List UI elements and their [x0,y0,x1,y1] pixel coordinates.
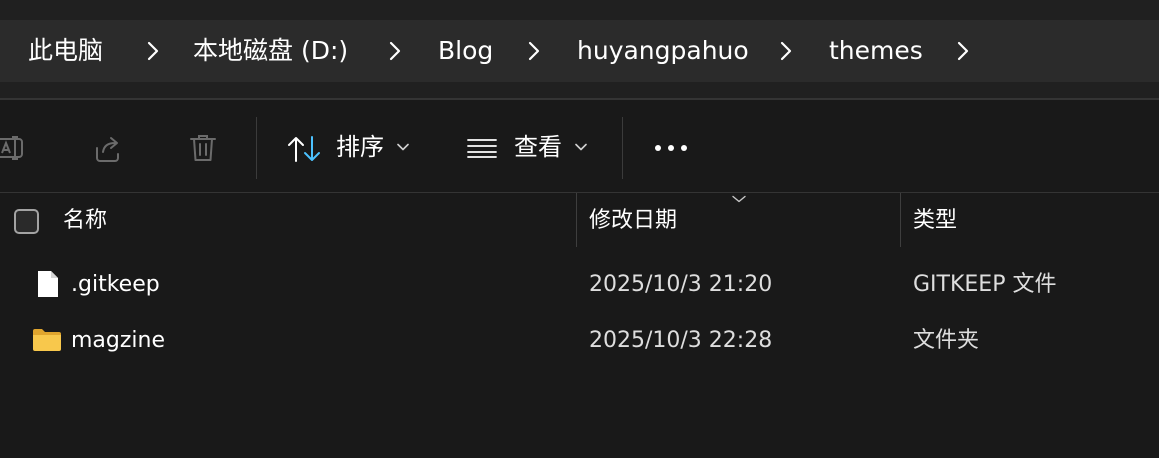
view-button[interactable]: 查看 [514,130,562,164]
toolbar-separator [622,117,623,179]
chevron-right-icon[interactable] [779,40,793,62]
chevron-right-icon[interactable] [527,40,541,62]
file-row-magzine[interactable]: magzine 2025/10/3 22:28 文件夹 [0,314,1159,368]
rename-icon[interactable] [0,133,28,163]
column-resize-handle[interactable] [900,193,901,247]
breadcrumb-item-this-pc[interactable]: 此电脑 [28,20,103,82]
file-icon [38,271,58,297]
chevron-right-icon[interactable] [146,40,160,62]
column-resize-handle[interactable] [576,193,577,247]
file-type: GITKEEP 文件 [913,272,1057,297]
title-bar-strip [0,0,1159,20]
chevron-down-icon[interactable] [397,143,409,151]
breadcrumb[interactable]: 此电脑 本地磁盘 (D:) Blog huyangpahuo themes [0,20,1159,82]
column-header-date[interactable]: 修改日期 [589,205,677,237]
chevron-right-icon[interactable] [388,40,402,62]
file-type: 文件夹 [913,328,980,353]
sort-icon[interactable] [286,134,324,164]
file-name: .gitkeep [71,272,160,297]
address-bar-gap [0,82,1159,98]
chevron-down-icon[interactable] [575,143,587,151]
file-date: 2025/10/3 21:20 [589,272,773,297]
toolbar-separator [256,117,257,179]
sort-button[interactable]: 排序 [336,130,384,164]
column-header-name[interactable]: 名称 [63,205,107,237]
file-row-gitkeep[interactable]: .gitkeep 2025/10/3 21:20 GITKEEP 文件 [0,258,1159,312]
sort-direction-icon [732,195,746,203]
trash-icon[interactable] [188,132,218,164]
chevron-right-icon[interactable] [956,40,970,62]
breadcrumb-item-huyangpahuo[interactable]: huyangpahuo [577,20,749,82]
more-horizontal-icon[interactable] [652,142,690,154]
file-name: magzine [71,328,166,353]
breadcrumb-item-drive-d[interactable]: 本地磁盘 (D:) [193,20,348,82]
select-all-checkbox[interactable] [14,209,39,234]
breadcrumb-item-blog[interactable]: Blog [438,20,493,82]
share-icon[interactable] [92,134,124,164]
breadcrumb-item-themes[interactable]: themes [829,20,923,82]
command-bar: 排序 查看 [0,100,1159,192]
column-header: 名称 修改日期 类型 [0,193,1159,249]
folder-icon [33,329,61,351]
column-header-type[interactable]: 类型 [913,205,957,237]
file-date: 2025/10/3 22:28 [589,328,773,353]
view-icon[interactable] [466,137,498,159]
